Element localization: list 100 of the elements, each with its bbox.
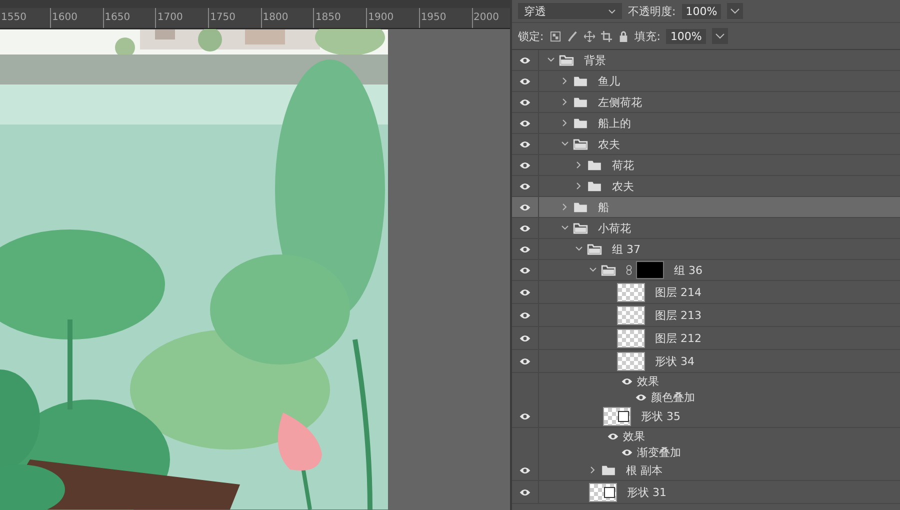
opacity-field[interactable]: 100% (682, 4, 722, 18)
layer-name: 农夫 (598, 136, 620, 152)
layer-name: 左侧荷花 (598, 94, 642, 110)
layer-row[interactable]: 小荷花 (512, 218, 900, 239)
eye-icon[interactable] (621, 376, 633, 386)
layer-thumbnail (617, 352, 645, 370)
eye-icon[interactable] (519, 334, 531, 342)
layer-name: 组 36 (674, 262, 702, 278)
blend-mode-dropdown[interactable]: 穿透 (518, 3, 622, 19)
eye-icon[interactable] (621, 448, 633, 456)
eye-icon[interactable] (519, 466, 531, 474)
lock-icon[interactable] (618, 30, 629, 42)
eye-icon[interactable] (519, 244, 531, 254)
layer-row[interactable]: 船 (512, 197, 900, 218)
chevron-down-icon[interactable] (547, 56, 555, 64)
layer-row[interactable]: 形状 35 (512, 405, 900, 428)
layer-name: 根 副本 (626, 462, 662, 478)
layer-name: 背景 (584, 52, 606, 68)
chevron-right-icon[interactable] (561, 98, 569, 106)
layer-row[interactable]: 背景 (512, 50, 900, 71)
folder-icon (573, 138, 588, 150)
effect-row[interactable]: 效果 (512, 428, 900, 444)
chevron-down-icon[interactable] (589, 266, 597, 274)
move-icon[interactable] (584, 30, 595, 42)
layer-thumbnail (617, 306, 645, 324)
layer-name: 鱼儿 (598, 74, 620, 88)
crop-icon[interactable] (600, 30, 612, 42)
eye-icon[interactable] (519, 118, 531, 128)
folder-icon (573, 202, 588, 212)
mask-thumbnail (636, 261, 664, 279)
eye-icon[interactable] (519, 160, 531, 170)
layer-row[interactable]: 图层 214 (512, 281, 900, 304)
chevron-right-icon[interactable] (589, 466, 597, 474)
ruler-label: 1750 (208, 8, 261, 28)
ruler-label: 1600 (50, 8, 103, 28)
eye-icon[interactable] (519, 76, 531, 86)
chevron-down-icon[interactable] (561, 140, 569, 148)
layer-row[interactable]: 左侧荷花 (512, 92, 900, 113)
shape-thumbnail (589, 482, 617, 502)
layer-row[interactable]: 船上的 (512, 113, 900, 134)
layer-name: 形状 31 (627, 484, 666, 500)
effect-row[interactable]: 颜色叠加 (512, 389, 900, 405)
eye-icon[interactable] (519, 488, 531, 496)
layer-row[interactable]: 图层 213 (512, 304, 900, 327)
eye-icon[interactable] (519, 412, 531, 420)
eye-icon[interactable] (519, 140, 531, 148)
layer-name: 船 (598, 200, 609, 214)
chevron-down-icon[interactable] (575, 245, 583, 253)
caret-icon[interactable] (712, 28, 728, 44)
effect-name: 颜色叠加 (651, 390, 695, 404)
chevron-right-icon[interactable] (561, 77, 569, 85)
caret-icon[interactable] (727, 3, 744, 19)
eye-icon[interactable] (519, 182, 531, 190)
eye-icon[interactable] (519, 56, 531, 64)
chevron-right-icon[interactable] (561, 119, 569, 127)
layer-name: 图层 212 (655, 330, 702, 346)
eye-icon[interactable] (519, 310, 531, 320)
layer-thumbnail (617, 282, 645, 302)
layer-name: 形状 34 (655, 354, 694, 368)
ruler-label: 1550 (0, 11, 28, 25)
eye-icon[interactable] (519, 202, 531, 212)
layer-row[interactable]: 形状 34 (512, 350, 900, 373)
folder-icon (601, 464, 616, 476)
effect-row[interactable]: 渐变叠加 (512, 444, 900, 460)
layer-row[interactable]: 形状 31 (512, 481, 900, 504)
eye-icon[interactable] (519, 98, 531, 106)
fill-field[interactable]: 100% (666, 28, 706, 44)
layer-row[interactable]: 鱼儿 (512, 71, 900, 92)
layer-name: 形状 35 (641, 408, 680, 424)
eye-icon[interactable] (519, 288, 531, 296)
layer-row[interactable]: 荷花 (512, 155, 900, 176)
folder-icon (573, 96, 588, 108)
eye-icon[interactable] (519, 224, 531, 232)
chevron-right-icon[interactable] (575, 161, 583, 169)
fill-label: 填充: (634, 28, 660, 44)
eye-icon[interactable] (607, 432, 619, 440)
chevron-right-icon[interactable] (575, 182, 583, 190)
eye-icon[interactable] (635, 392, 647, 402)
effect-row[interactable]: 效果 (512, 373, 900, 389)
layer-row[interactable]: 组 37 (512, 239, 900, 260)
caret-icon (608, 8, 616, 14)
layer-row[interactable]: 图层 212 (512, 327, 900, 350)
chevron-right-icon[interactable] (561, 203, 569, 211)
layer-name: 图层 214 (655, 284, 702, 300)
layer-row[interactable]: 根 副本 (512, 460, 900, 481)
layer-row[interactable]: 组 36 (512, 260, 900, 281)
brush-icon[interactable] (566, 30, 578, 42)
ruler-label: 1950 (418, 8, 472, 28)
layer-row[interactable]: 农夫 (512, 134, 900, 155)
layer-name: 组 37 (612, 242, 640, 256)
checkerboard-icon[interactable] (550, 30, 561, 42)
ruler-label: 1800 (260, 8, 314, 28)
effect-name: 效果 (623, 428, 645, 444)
layer-name: 荷花 (612, 158, 634, 172)
chevron-down-icon[interactable] (561, 224, 569, 232)
eye-icon[interactable] (519, 356, 531, 366)
layer-thumbnail (617, 328, 645, 348)
eye-icon[interactable] (519, 266, 531, 274)
layer-name: 农夫 (612, 178, 634, 194)
ruler-label: 1900 (366, 8, 419, 28)
